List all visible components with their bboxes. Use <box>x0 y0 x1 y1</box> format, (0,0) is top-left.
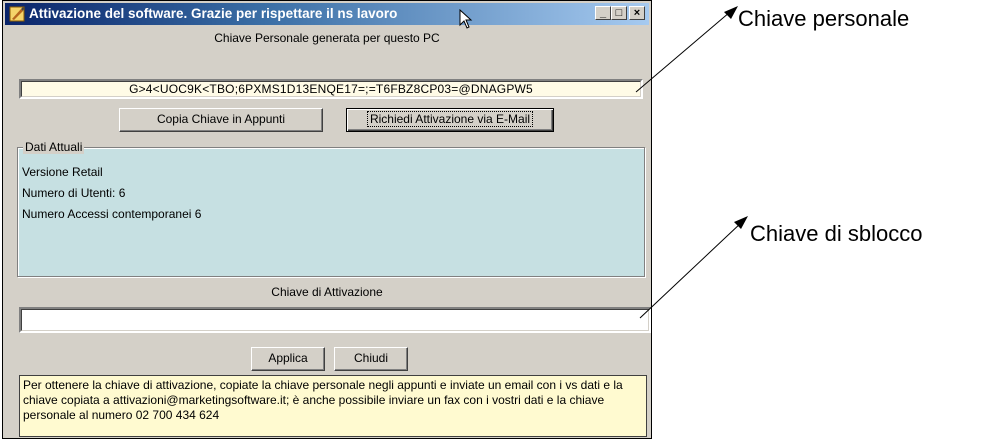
personal-key-arrow-line <box>635 11 731 93</box>
personal-key-arrowhead-icon <box>724 6 738 19</box>
unlock-key-arrow-line <box>639 221 743 319</box>
annotation-arrows <box>635 6 748 319</box>
unlock-key-callout: Chiave di sblocco <box>750 221 923 246</box>
personal-key-callout: Chiave personale <box>738 6 910 31</box>
